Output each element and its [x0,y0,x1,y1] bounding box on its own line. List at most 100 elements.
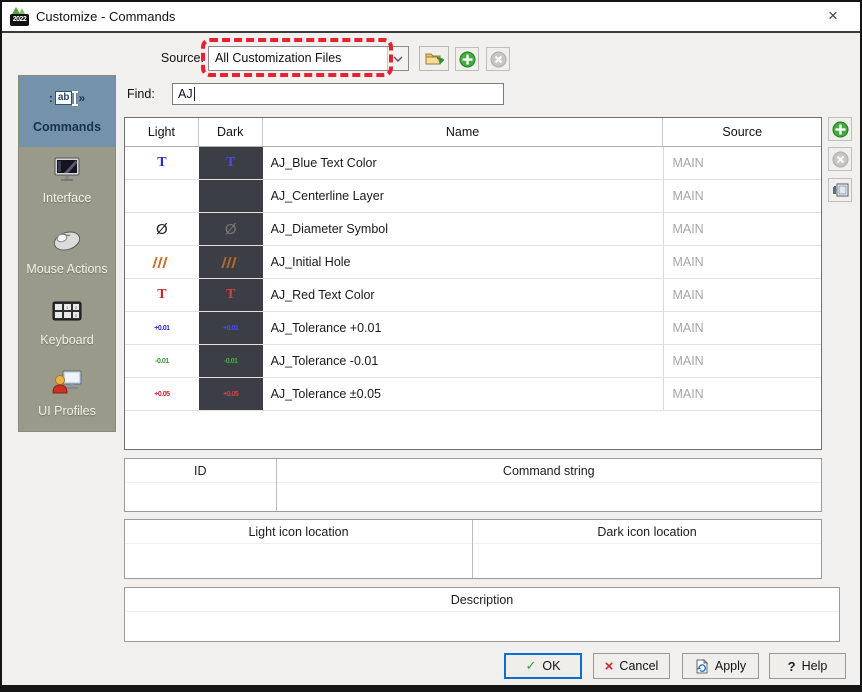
apply-page-icon [695,658,709,674]
sidebar-item-label: Keyboard [40,333,94,347]
interface-monitor-icon [19,147,115,191]
close-icon[interactable]: × [820,4,846,28]
tolerance-plus-icon: +0.01 [223,324,239,332]
command-source: MAIN [663,246,821,278]
add-customization-file-button[interactable] [455,47,479,71]
app-icon: 2022 [10,7,29,26]
id-command-panel: ID Command string [124,458,822,512]
tolerance-minus-icon: -0.01 [223,357,238,365]
command-name: AJ_Centerline Layer [270,189,384,203]
command-name: AJ_Tolerance ±0.05 [270,387,381,401]
add-command-button[interactable] [828,117,852,141]
apply-button[interactable]: Apply [682,653,759,679]
command-source: MAIN [663,147,821,179]
table-row[interactable]: AJ_Initial Hole MAIN [125,246,821,279]
tolerance-minus-icon: -0.01 [155,357,169,365]
table-row[interactable]: +0.01 +0.01 AJ_Tolerance +0.01 MAIN [125,312,821,345]
icon-editor-icon [832,182,849,198]
blue-text-icon: T [157,155,167,170]
command-source: MAIN [663,213,821,245]
cancel-button-label: Cancel [619,659,659,673]
commands-icon: : ab» [48,90,86,106]
command-name: AJ_Initial Hole [270,255,351,269]
column-header-light[interactable]: Light [125,118,199,146]
icon-location-panel: Light icon location Dark icon location [124,519,822,579]
sidebar-item-mouse-actions[interactable]: Mouse Actions [19,218,115,289]
title-bar: 2022 Customize - Commands × [2,2,860,33]
sidebar-item-label: Interface [42,191,92,205]
table-row[interactable]: T T AJ_Blue Text Color MAIN [125,147,821,180]
apply-button-label: Apply [714,659,747,673]
command-source: MAIN [663,279,821,311]
id-header: ID [125,459,276,483]
description-panel: Description [124,587,840,642]
find-input[interactable]: AJ [172,83,504,105]
icon-editor-button[interactable] [828,178,852,202]
commands-table: Light Dark Name Source T T AJ_Blue Text … [124,117,822,450]
table-row[interactable]: -0.01 -0.01 AJ_Tolerance -0.01 MAIN [125,345,821,378]
customize-dialog: 2022 Customize - Commands × Source: All … [0,0,862,692]
tolerance-pm-icon: +0.05 [154,390,170,398]
sidebar-item-ui-profiles[interactable]: UI Profiles [19,360,115,431]
sidebar-item-label: Mouse Actions [26,262,108,276]
column-header-dark[interactable]: Dark [199,118,263,146]
source-dropdown[interactable]: All Customization Files [208,46,409,71]
command-name: AJ_Red Text Color [270,288,375,302]
chevron-down-icon[interactable] [387,47,408,70]
open-customization-file-button[interactable] [419,46,449,71]
tolerance-plus-icon: +0.01 [154,324,170,332]
column-header-name[interactable]: Name [263,118,664,146]
tolerance-pm-icon: +0.05 [223,390,239,398]
ok-button[interactable]: ✓ OK [504,653,582,679]
column-header-source[interactable]: Source [663,118,821,146]
question-mark-icon: ? [787,658,796,674]
command-source: MAIN [663,312,821,344]
window-title: Customize - Commands [36,9,176,24]
sidebar-item-interface[interactable]: Interface [19,147,115,218]
sidebar-item-keyboard[interactable]: 120 Keyboard [19,289,115,360]
diameter-symbol-icon: Ø [156,220,168,238]
command-string-header: Command string [276,459,821,483]
source-label: Source: [160,51,204,65]
sidebar: : ab» Commands Interface Mouse Actions 1… [18,75,116,432]
diameter-symbol-icon: Ø [224,220,237,238]
hatch-icon [152,256,172,268]
id-column: ID [125,459,276,511]
red-text-icon: T [226,287,236,302]
table-row[interactable]: AJ_Centerline Layer MAIN [125,180,821,213]
description-header: Description [125,588,839,612]
dark-icon-location-column: Dark icon location [472,520,821,578]
check-icon: ✓ [525,658,537,673]
description-column: Description [125,588,839,641]
command-name: AJ_Diameter Symbol [270,222,388,236]
user-profile-icon [19,360,115,404]
find-input-value: AJ [178,87,193,101]
hatch-icon [221,256,240,268]
gray-x-icon [490,51,507,68]
ok-button-label: OK [542,659,561,673]
x-icon: × [604,657,614,675]
table-row[interactable]: T T AJ_Red Text Color MAIN [125,279,821,312]
table-row[interactable]: +0.05 +0.05 AJ_Tolerance ±0.05 MAIN [125,378,821,411]
command-string-column: Command string [275,459,821,511]
sidebar-item-commands[interactable]: : ab» Commands [19,76,115,147]
light-icon-location-column: Light icon location [125,520,472,578]
help-button[interactable]: ? Help [769,653,846,679]
green-plus-icon [459,51,476,68]
remove-customization-file-button[interactable] [486,47,510,71]
table-header: Light Dark Name Source [125,118,821,147]
text-caret [193,87,195,101]
keyboard-icon: 120 [19,289,115,333]
find-label: Find: [127,87,155,101]
help-button-label: Help [801,659,828,673]
table-row[interactable]: Ø Ø AJ_Diameter Symbol MAIN [125,213,821,246]
gray-x-icon [832,151,849,168]
blue-text-icon: T [226,155,236,170]
remove-command-button[interactable] [828,147,852,171]
sidebar-item-label: Commands [32,120,102,134]
sidebar-item-label: UI Profiles [38,404,96,418]
red-text-icon: T [157,287,167,302]
cancel-button[interactable]: × Cancel [593,653,670,679]
green-plus-icon [832,121,849,138]
folder-open-icon [425,51,444,66]
